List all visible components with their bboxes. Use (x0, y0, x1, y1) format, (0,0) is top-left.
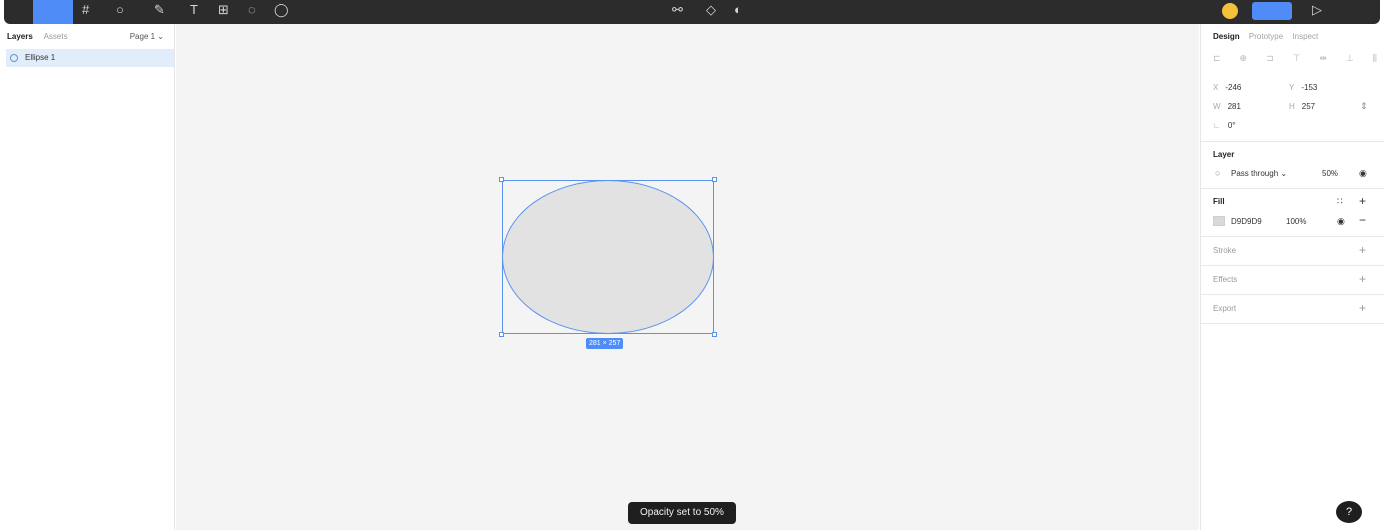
remove-fill-icon[interactable]: − (1359, 214, 1366, 226)
design-panel: Design Prototype Inspect ⊏ ⊕ ⊐ ⊤ ⇹ ⊥ ⫼ X… (1200, 24, 1384, 530)
toast-notification: Opacity set to 50% (628, 502, 736, 524)
rotation-field[interactable]: ∟ 0° (1213, 121, 1236, 130)
pen-tool-icon[interactable]: ✎ (154, 3, 165, 16)
layer-section-title: Layer (1213, 150, 1235, 159)
fill-section-title: Fill (1213, 197, 1225, 206)
tab-layers[interactable]: Layers (7, 32, 33, 41)
tab-prototype[interactable]: Prototype (1249, 32, 1283, 41)
stroke-section-title: Stroke (1213, 246, 1237, 255)
divider (1201, 323, 1384, 324)
add-stroke-icon[interactable]: + (1359, 244, 1366, 256)
help-button[interactable]: ? (1336, 501, 1362, 523)
tab-assets[interactable]: Assets (44, 32, 68, 41)
divider (1201, 236, 1384, 237)
left-panel-tabs: Layers Assets (7, 32, 77, 41)
divider (1201, 294, 1384, 295)
align-top-icon[interactable]: ⊤ (1293, 53, 1301, 64)
resize-handle-bottom-left[interactable] (499, 332, 504, 337)
resize-handle-top-left[interactable] (499, 177, 504, 182)
tab-inspect[interactable]: Inspect (1292, 32, 1318, 41)
text-tool-icon[interactable]: T (190, 3, 198, 16)
divider (1201, 265, 1384, 266)
resources-icon[interactable]: ⊞ (218, 3, 229, 16)
resize-handle-top-right[interactable] (712, 177, 717, 182)
resize-handle-bottom-right[interactable] (712, 332, 717, 337)
y-field[interactable]: Y -153 (1289, 83, 1317, 92)
comment-tool-icon[interactable]: ◯ (274, 3, 289, 16)
distribute-icon[interactable]: ⫼ (1373, 53, 1377, 64)
align-vertical-center-icon[interactable]: ⇹ (1319, 53, 1327, 64)
dimensions-badge: 281 × 257 (586, 338, 624, 349)
share-button[interactable] (1252, 2, 1292, 20)
layer-item-ellipse[interactable]: Ellipse 1 (6, 49, 174, 67)
align-bottom-icon[interactable]: ⊥ (1346, 53, 1354, 64)
x-field[interactable]: X -246 (1213, 83, 1241, 92)
constrain-proportions-icon[interactable]: ⇕ (1360, 102, 1368, 111)
effects-section-title: Effects (1213, 275, 1238, 284)
page-selector[interactable]: Page 1 ⌄ (130, 32, 164, 41)
move-tool-button[interactable] (33, 0, 73, 24)
tab-design[interactable]: Design (1213, 32, 1240, 41)
right-panel-tabs: Design Prototype Inspect (1213, 32, 1325, 41)
align-right-icon[interactable]: ⊐ (1266, 53, 1274, 64)
ellipse-icon (10, 54, 18, 62)
present-icon[interactable]: ▷ (1312, 3, 1322, 16)
add-export-icon[interactable]: + (1359, 302, 1366, 314)
align-horizontal-center-icon[interactable]: ⊕ (1240, 53, 1248, 64)
fill-color-swatch[interactable] (1213, 216, 1225, 226)
figma-editor-window: # ○ ✎ T ⊞ ◌ ◯ ⚯ ◇ ◐ ▷ Layers Assets Page… (0, 0, 1384, 530)
blend-mode-icon: ○ (1215, 168, 1221, 178)
height-field[interactable]: H 257 (1289, 102, 1315, 111)
contrast-icon[interactable]: ◐ (734, 3, 742, 16)
selection-box (502, 180, 714, 334)
user-avatar[interactable] (1222, 3, 1238, 19)
divider (1201, 141, 1384, 142)
alignment-toolbar: ⊏ ⊕ ⊐ ⊤ ⇹ ⊥ ⫼ (1213, 53, 1377, 64)
eye-icon[interactable]: ◉ (1359, 169, 1367, 178)
export-section-title: Export (1213, 304, 1237, 313)
add-effect-icon[interactable]: + (1359, 273, 1366, 285)
layer-opacity-field[interactable]: 50% (1322, 169, 1338, 178)
shape-tool-icon[interactable]: ○ (116, 3, 124, 16)
selected-shape[interactable] (499, 177, 717, 337)
mask-icon[interactable]: ◇ (706, 3, 716, 16)
layer-item-label: Ellipse 1 (25, 53, 56, 62)
align-left-icon[interactable]: ⊏ (1213, 53, 1221, 64)
styles-grid-icon[interactable]: ∷ (1337, 197, 1343, 206)
divider (1201, 188, 1384, 189)
rotation-icon: ∟ (1213, 121, 1221, 130)
layers-panel: Layers Assets Page 1 ⌄ Ellipse 1 (0, 24, 175, 530)
top-toolbar: # ○ ✎ T ⊞ ◌ ◯ ⚯ ◇ ◐ ▷ (4, 0, 1380, 24)
add-fill-icon[interactable]: + (1359, 195, 1366, 207)
frame-tool-icon[interactable]: # (82, 3, 89, 16)
component-icon[interactable]: ⚯ (672, 3, 683, 16)
hand-tool-icon[interactable]: ◌ (248, 3, 256, 16)
fill-opacity-field[interactable]: 100% (1286, 217, 1306, 226)
blend-mode-select[interactable]: Pass through ⌄ (1231, 169, 1287, 178)
fill-visibility-eye-icon[interactable]: ◉ (1337, 217, 1345, 226)
fill-hex-field[interactable]: D9D9D9 (1231, 217, 1262, 226)
design-canvas[interactable]: 281 × 257 Opacity set to 50% (176, 24, 1199, 530)
width-field[interactable]: W 281 (1213, 102, 1241, 111)
